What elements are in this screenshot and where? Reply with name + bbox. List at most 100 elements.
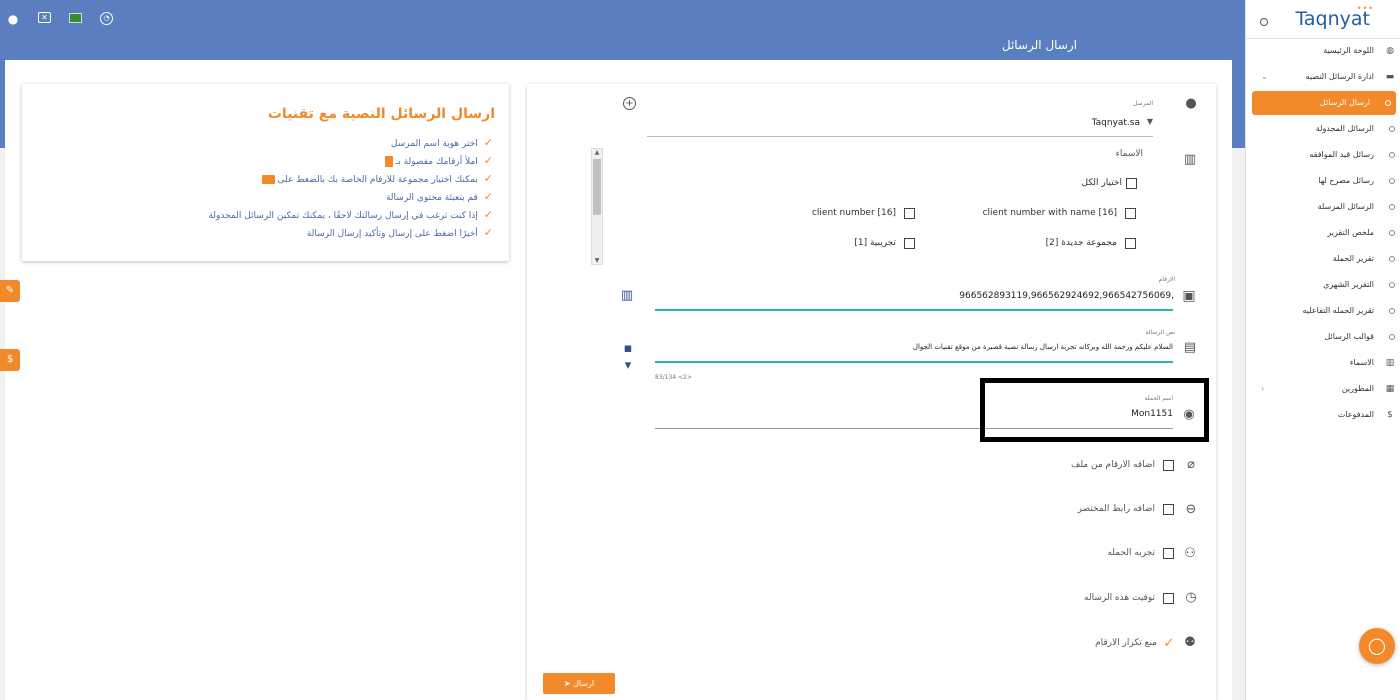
account-icon: ● [1185, 96, 1197, 111]
highlight-annotation-box [980, 378, 1209, 442]
link-icon: ⊖ [1185, 502, 1197, 517]
contacts-book-icon [261, 175, 275, 184]
dollar-icon: $ [1387, 410, 1393, 420]
check-icon: ✓ [483, 172, 493, 185]
option-label: اضافه الارقام من ملف [1071, 460, 1155, 470]
scroll-thumb[interactable] [593, 159, 601, 215]
contacts-book-icon[interactable]: ▥ [619, 289, 635, 303]
check-icon: ✓ [483, 208, 493, 221]
sidebar-item-sent[interactable]: الرسائل المرسلة [1245, 195, 1400, 219]
dashboard-icon: ◍ [1386, 46, 1394, 56]
message-box-icon: ▬ [1385, 72, 1395, 82]
add-circle-icon[interactable]: + [623, 97, 636, 110]
sidebar-item-sms-management[interactable]: ▬ ادارة الرسائل النصيه ⌄ [1245, 65, 1400, 89]
instruction-item: ✓املأ أرقامك مفصولة بـ [208, 154, 493, 172]
group-checkbox[interactable] [1125, 208, 1136, 219]
group-checkbox[interactable] [1125, 238, 1136, 249]
scroll-down-icon[interactable]: ▼ [592, 257, 602, 264]
char-counter: 83/134 <2> [655, 374, 692, 381]
people-icon: ⚇ [1184, 546, 1196, 561]
chevron-left-icon: ‹ [1261, 384, 1265, 393]
instruction-item: ✓أخيرًا اضغط على إرسال وتأكيد إرسال الرس… [306, 226, 493, 239]
sidebar-item-campaign-report[interactable]: تقرير الحملة [1245, 247, 1400, 271]
group-label: client number with name [16] [982, 208, 1117, 218]
option-checkbox[interactable] [1163, 504, 1174, 515]
instruction-item: ✓قم بتعبئة محتوى الرسالة [385, 190, 493, 203]
sidebar-item-monthly-report[interactable]: التقرير الشهري [1245, 273, 1400, 297]
contact-card-icon: ▣ [1182, 288, 1196, 304]
groups-scrollbar[interactable]: ▲ ▼ [591, 148, 603, 265]
numbers-underline [655, 309, 1173, 311]
sidebar-item-templates[interactable]: قوالب الرسائل [1245, 325, 1400, 349]
check-icon: ✓ [483, 136, 493, 149]
numbers-label: الارقام [1158, 276, 1175, 283]
option-label: اضافه رابط المختصر [1077, 504, 1155, 514]
saudi-flag-icon[interactable] [69, 13, 82, 23]
check-icon: ✓ [483, 154, 493, 167]
user-icon[interactable]: ● [6, 12, 20, 26]
sender-select[interactable]: Taqnyat.sa [1092, 118, 1140, 128]
circle-icon [1385, 100, 1391, 106]
sidebar-item-approved[interactable]: رسائل مصرح لها [1245, 169, 1400, 193]
send-button[interactable]: ➤ ارسال [543, 673, 615, 694]
scroll-up-icon[interactable]: ▲ [592, 149, 602, 156]
instructions-list: ✓اختر هوية اسم المرسل ✓املأ أرقامك مفصول… [208, 136, 493, 244]
group-icon: ⚉ [1184, 635, 1196, 650]
option-checkbox[interactable] [1163, 593, 1174, 604]
page-title: ارسال الرسائل [1001, 38, 1077, 52]
sidebar-item-payments[interactable]: $ المدفوعات [1245, 403, 1400, 427]
check-icon[interactable]: ✓ [1161, 637, 1177, 651]
sidebar-item-pending[interactable]: رسائل قيد الموافقه [1245, 143, 1400, 167]
send-icon: ➤ [563, 679, 571, 688]
fullscreen-icon[interactable]: ✕ [38, 12, 51, 23]
option-checkbox[interactable] [1163, 460, 1174, 471]
sidebar-item-scheduled[interactable]: الرسائل المجدولة [1245, 117, 1400, 141]
circle-icon [1389, 152, 1395, 158]
instruction-item: ✓إذا كنت ترغب في إرسال رسالتك لاحقًا ، ي… [208, 208, 493, 221]
sender-label: المرسل [1133, 100, 1153, 107]
load-template-icon[interactable]: ▾ [620, 359, 636, 373]
group-label: تجريبية [1] [854, 238, 896, 248]
option-label: تجربه الحمله [1107, 548, 1155, 558]
developer-icon: ▦ [1385, 384, 1395, 394]
option-label: توقيت هذه الرساله [1084, 593, 1155, 603]
circle-icon [1389, 178, 1395, 184]
sidebar-item-names[interactable]: ▥ الاسماء [1245, 351, 1400, 375]
numbers-input[interactable]: 966562893119,966562924692,966542756069, [959, 291, 1174, 301]
sidebar-item-report-summary[interactable]: ملخص التقرير [1245, 221, 1400, 245]
check-icon: ✓ [483, 226, 493, 239]
circle-icon [1389, 334, 1395, 340]
sidebar-item-interactive-report[interactable]: تقرير الحمله التفاعليه [1245, 299, 1400, 323]
chat-bubble-icon: ◯ [1368, 636, 1386, 655]
floating-dollar-tab[interactable]: $ [0, 349, 20, 371]
circle-icon [1389, 282, 1395, 288]
sender-underline [647, 136, 1153, 137]
save-icon[interactable]: ▪ [620, 342, 636, 356]
circle-icon [1389, 204, 1395, 210]
floating-edit-tab[interactable]: ✎ [0, 280, 20, 302]
clock-icon[interactable]: ◔ [100, 12, 113, 25]
group-checkbox[interactable] [904, 208, 915, 219]
chat-support-button[interactable]: ◯ [1359, 628, 1395, 664]
sidebar-item-developers[interactable]: ▦ المطورين ‹ [1245, 377, 1400, 401]
option-checkbox[interactable] [1163, 548, 1174, 559]
option-label: منع تكرار الارقام [1095, 638, 1157, 648]
sidebar-item-dashboard[interactable]: ◍ اللوحة الرئيسية [1245, 39, 1400, 63]
message-underline [655, 361, 1173, 363]
instruction-item: ✓بمكنك اختيار مجموعة للارقام الخاصة بك ب… [208, 172, 493, 190]
message-textarea[interactable]: السلام عليكم ورحمة الله وبركاته تجربة ار… [913, 343, 1173, 351]
sidebar-toggle-icon[interactable] [1260, 18, 1268, 26]
instructions-title: ارسال الرسائل النصية مع تقنيات [267, 106, 495, 122]
circle-icon [1389, 230, 1395, 236]
sidebar-item-send-messages[interactable]: ارسال الرسائل [1252, 91, 1396, 115]
chevron-down-icon: ⌄ [1261, 72, 1268, 81]
group-label: مجموعة جديدة [2] [1045, 238, 1117, 248]
paperclip-icon: ⌀ [1187, 457, 1195, 472]
chevron-down-icon[interactable]: ▼ [1142, 115, 1158, 129]
clock-icon: ◷ [1185, 590, 1197, 605]
sidebar: ••• Taqnyat ◍ اللوحة الرئيسية ▬ ادارة الرس… [1245, 0, 1400, 700]
names-label: الاسماء [1115, 149, 1143, 159]
circle-icon [1389, 256, 1395, 262]
group-checkbox[interactable] [904, 238, 915, 249]
select-all-checkbox[interactable] [1126, 178, 1137, 189]
